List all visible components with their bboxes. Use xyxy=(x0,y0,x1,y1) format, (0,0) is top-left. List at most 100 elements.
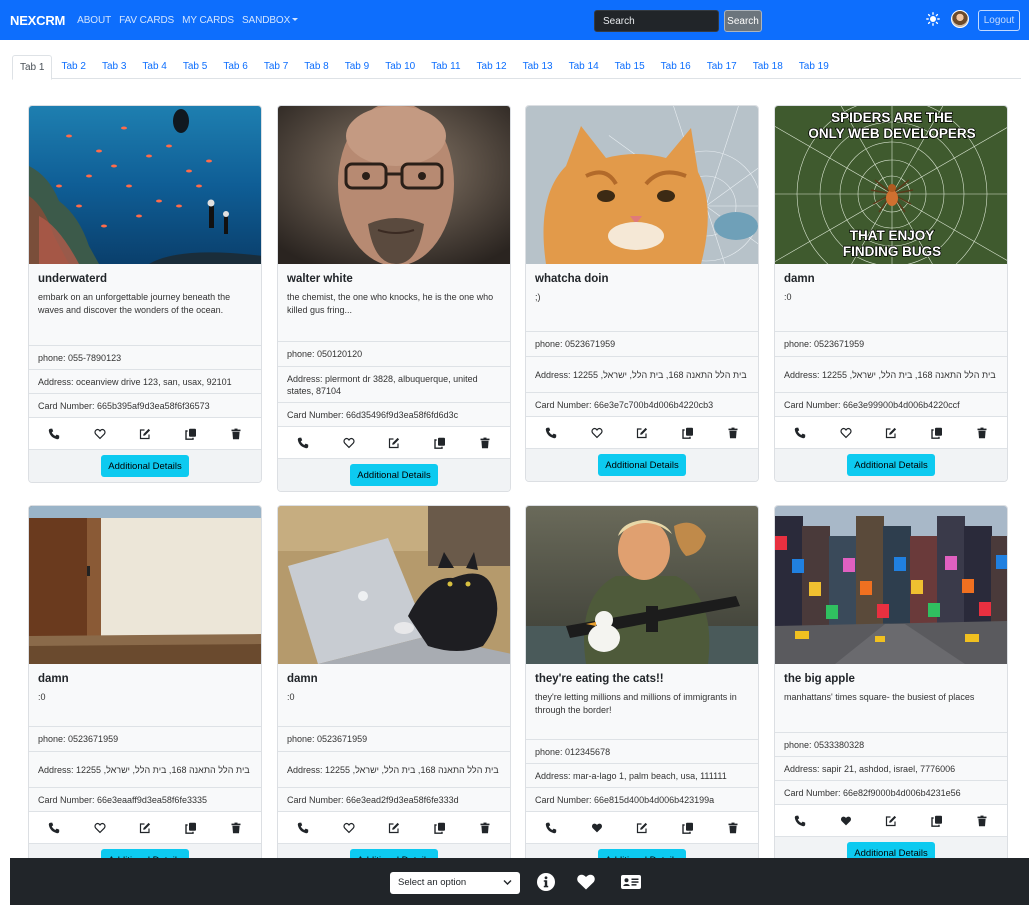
tab-18[interactable]: Tab 18 xyxy=(746,55,790,79)
card-number: Card Number: 66e815d400b4d006b423199a xyxy=(526,787,758,811)
trash-icon[interactable] xyxy=(975,814,989,828)
phone-icon[interactable] xyxy=(47,821,61,835)
phone-icon[interactable] xyxy=(793,814,807,828)
copy-icon[interactable] xyxy=(930,814,944,828)
chevron-down-icon xyxy=(503,880,512,885)
option-select[interactable]: Select an option xyxy=(390,872,520,894)
edit-icon[interactable] xyxy=(635,426,649,440)
trash-icon[interactable] xyxy=(229,821,243,835)
card-body: whatcha doin ;) xyxy=(526,264,758,331)
phone-icon[interactable] xyxy=(47,427,61,441)
tab-9[interactable]: Tab 9 xyxy=(338,55,376,79)
search-button[interactable]: Search xyxy=(724,10,762,32)
heart-outline-icon[interactable] xyxy=(590,426,604,440)
copy-icon[interactable] xyxy=(681,821,695,835)
search-input[interactable] xyxy=(594,10,719,32)
heart-filled-icon[interactable] xyxy=(590,821,604,835)
card-number: Card Number: 66e3ead2f9d3ea58f6fe333d xyxy=(278,787,510,811)
edit-icon[interactable] xyxy=(387,821,401,835)
phone-icon[interactable] xyxy=(544,821,558,835)
heart-outline-icon[interactable] xyxy=(93,821,107,835)
info-icon[interactable] xyxy=(536,872,556,892)
tab-1[interactable]: Tab 1 xyxy=(12,55,53,80)
edit-icon[interactable] xyxy=(138,821,152,835)
heart-outline-icon[interactable] xyxy=(342,821,356,835)
tab-15[interactable]: Tab 15 xyxy=(608,55,652,79)
tab-13[interactable]: Tab 13 xyxy=(516,55,560,79)
card-phone: phone: 050120120 xyxy=(278,341,510,366)
trash-icon[interactable] xyxy=(975,426,989,440)
card-title: the big apple xyxy=(784,673,855,685)
nav-sandbox-dropdown[interactable]: SANDBOX xyxy=(242,15,299,26)
tab-16[interactable]: Tab 16 xyxy=(654,55,698,79)
tab-5[interactable]: Tab 5 xyxy=(176,55,214,79)
heart-outline-icon[interactable] xyxy=(93,427,107,441)
logout-button[interactable]: Logout xyxy=(978,10,1020,31)
tab-17[interactable]: Tab 17 xyxy=(700,55,744,79)
tab-4[interactable]: Tab 4 xyxy=(135,55,173,79)
nav-fav-cards[interactable]: FAV CARDS xyxy=(119,15,174,26)
card-actions xyxy=(775,416,1007,448)
heart-filled-icon[interactable] xyxy=(839,814,853,828)
avatar[interactable] xyxy=(951,10,969,28)
spider-meme-image[interactable]: SPIDERS ARE THE ONLY WEB DEVELOPERS THAT… xyxy=(775,106,1007,264)
man-with-glasses-image[interactable] xyxy=(278,106,510,264)
additional-details-button[interactable]: Additional Details xyxy=(598,454,686,476)
edit-icon[interactable] xyxy=(884,814,898,828)
copy-icon[interactable] xyxy=(184,821,198,835)
times-square-image[interactable] xyxy=(775,506,1007,664)
nav-about[interactable]: ABOUT xyxy=(77,15,111,26)
phone-icon[interactable] xyxy=(793,426,807,440)
meme-top-text-2: ONLY WEB DEVELOPERS xyxy=(808,126,975,141)
trash-icon[interactable] xyxy=(726,426,740,440)
phone-icon[interactable] xyxy=(296,436,310,450)
copy-icon[interactable] xyxy=(433,821,447,835)
tab-3[interactable]: Tab 3 xyxy=(95,55,133,79)
cat-laptop-image[interactable] xyxy=(278,506,510,664)
tab-11[interactable]: Tab 11 xyxy=(424,55,467,79)
tab-7[interactable]: Tab 7 xyxy=(257,55,295,79)
contact-card-icon[interactable] xyxy=(620,872,642,892)
tab-2[interactable]: Tab 2 xyxy=(54,55,92,79)
tab-10[interactable]: Tab 10 xyxy=(378,55,422,79)
tab-19[interactable]: Tab 19 xyxy=(792,55,836,79)
additional-details-button[interactable]: Additional Details xyxy=(847,454,935,476)
nav-my-cards[interactable]: MY CARDS xyxy=(182,15,234,26)
business-card: SPIDERS ARE THE ONLY WEB DEVELOPERS THAT… xyxy=(774,105,1008,482)
additional-details-button[interactable]: Additional Details xyxy=(350,464,438,486)
tab-8[interactable]: Tab 8 xyxy=(297,55,335,79)
brand-logo[interactable]: NEXCRM xyxy=(10,13,65,28)
sun-icon[interactable] xyxy=(926,12,940,26)
edit-icon[interactable] xyxy=(138,427,152,441)
phone-icon[interactable] xyxy=(296,821,310,835)
card-description: the chemist, the one who knocks, he is t… xyxy=(287,292,494,315)
tab-14[interactable]: Tab 14 xyxy=(562,55,606,79)
tab-12[interactable]: Tab 12 xyxy=(470,55,514,79)
heart-icon[interactable] xyxy=(576,872,596,892)
edit-icon[interactable] xyxy=(635,821,649,835)
card-phone: phone: 0523671959 xyxy=(29,726,261,751)
card-footer: Additional Details xyxy=(278,458,510,491)
edit-icon[interactable] xyxy=(884,426,898,440)
heart-outline-icon[interactable] xyxy=(839,426,853,440)
additional-details-button[interactable]: Additional Details xyxy=(101,455,189,477)
business-card: they're eating the cats!! they're lettin… xyxy=(525,505,759,877)
heart-outline-icon[interactable] xyxy=(342,436,356,450)
copy-icon[interactable] xyxy=(184,427,198,441)
copy-icon[interactable] xyxy=(433,436,447,450)
trash-icon[interactable] xyxy=(478,821,492,835)
tab-6[interactable]: Tab 6 xyxy=(216,55,254,79)
room-door-image[interactable] xyxy=(29,506,261,664)
soldier-cat-duck-image[interactable] xyxy=(526,506,758,664)
trash-icon[interactable] xyxy=(229,427,243,441)
card-title: damn xyxy=(38,673,69,685)
copy-icon[interactable] xyxy=(681,426,695,440)
phone-icon[interactable] xyxy=(544,426,558,440)
underwater-reef-image[interactable] xyxy=(29,106,261,264)
copy-icon[interactable] xyxy=(930,426,944,440)
card-footer: Additional Details xyxy=(775,448,1007,481)
cat-selfie-image[interactable] xyxy=(526,106,758,264)
trash-icon[interactable] xyxy=(726,821,740,835)
trash-icon[interactable] xyxy=(478,436,492,450)
edit-icon[interactable] xyxy=(387,436,401,450)
